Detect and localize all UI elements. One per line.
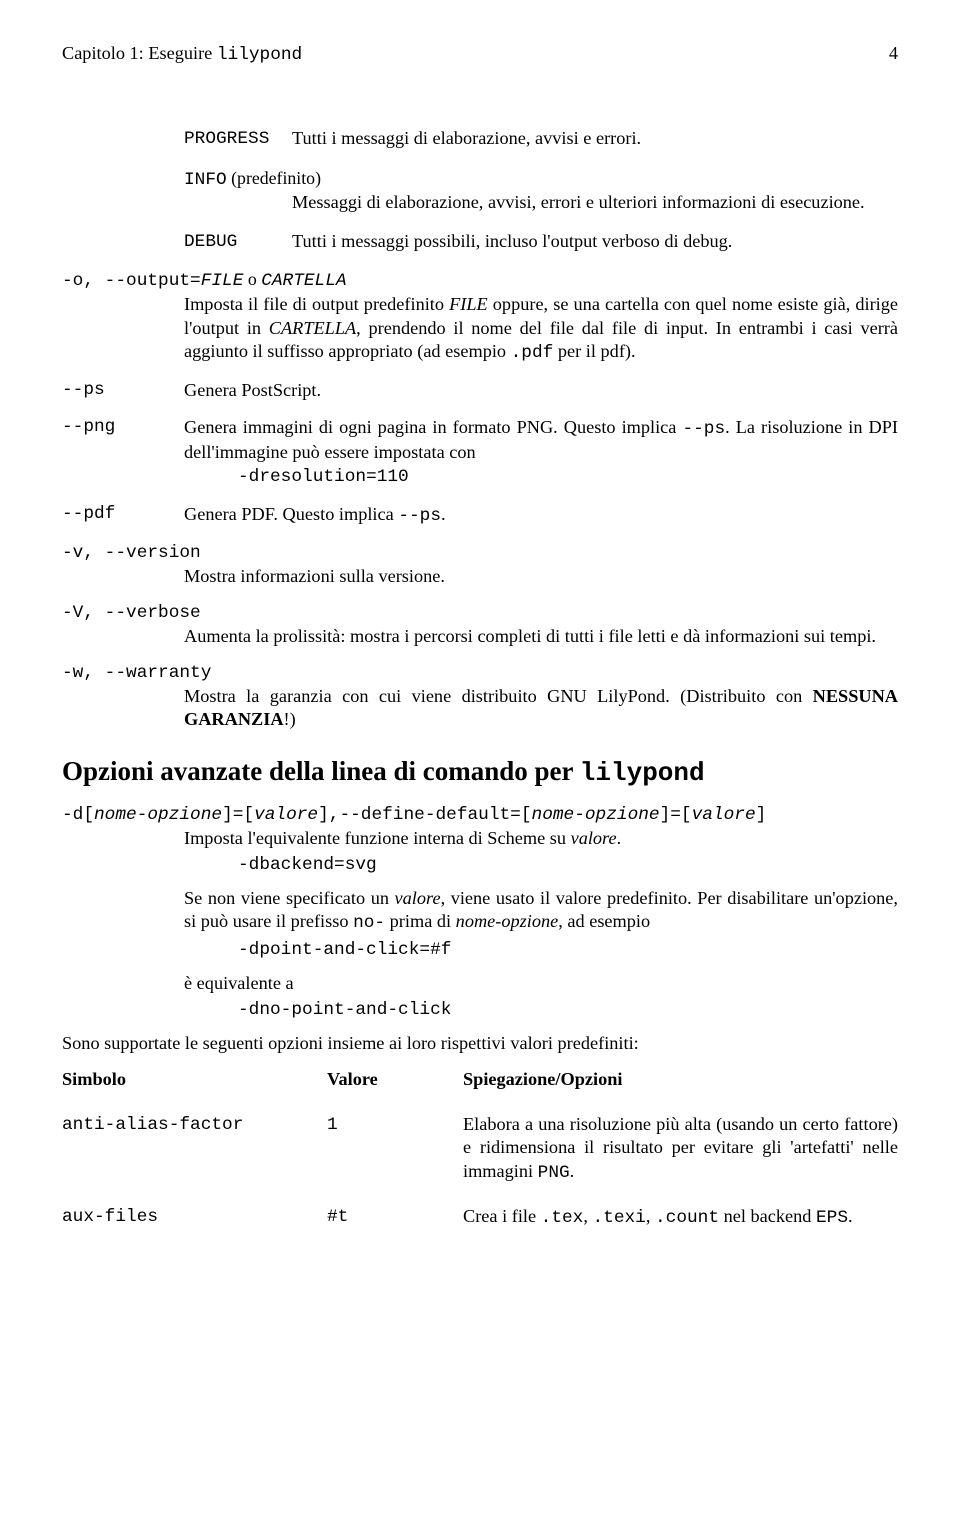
define-default-eq: è equivalente a bbox=[184, 972, 898, 995]
options-table-head: Simbolo Valore Spiegazione/Opzioni bbox=[62, 1068, 898, 1091]
opt-define-default: -d[nome-opzione]=[valore],--define-defau… bbox=[62, 804, 898, 1022]
opt-verbose-body: Aumenta la prolissità: mostra i percorsi… bbox=[184, 625, 898, 648]
section-heading: Opzioni avanzate della linea di comando … bbox=[62, 754, 898, 790]
loglevel-progress-text: Tutti i messaggi di elaborazione, avvisi… bbox=[292, 127, 898, 151]
define-default-para2: Se non viene specificato un valore, vien… bbox=[184, 887, 898, 935]
table-row: anti-alias-factor 1 Elabora a una risolu… bbox=[62, 1113, 898, 1185]
opt-output: -o, --output=FILE o CARTELLA Imposta il … bbox=[62, 268, 898, 364]
loglevel-debug: DEBUG Tutti i messaggi possibili, inclus… bbox=[184, 230, 898, 254]
opt-png-term: --png bbox=[62, 416, 115, 439]
options-intro: Sono supportate le seguenti opzioni insi… bbox=[62, 1032, 898, 1055]
opt-verbose: -V, --verbose Aumenta la prolissità: mos… bbox=[62, 602, 898, 648]
cell-val: #t bbox=[327, 1205, 463, 1229]
cell-sym: aux-files bbox=[62, 1205, 327, 1229]
opt-ps-term: --ps bbox=[62, 379, 105, 402]
cell-ex: Elabora a una risoluzione più alta (usan… bbox=[463, 1113, 898, 1185]
opt-version: -v, --version Mostra informazioni sulla … bbox=[62, 542, 898, 588]
loglevel-progress-label: PROGRESS bbox=[184, 127, 292, 151]
header-left: Capitolo 1: Eseguire lilypond bbox=[62, 42, 302, 67]
loglevel-debug-label: DEBUG bbox=[184, 230, 292, 254]
define-default-code3: -dno-point-and-click bbox=[238, 999, 898, 1022]
opt-version-body: Mostra informazioni sulla versione. bbox=[184, 565, 898, 588]
opt-pdf: --pdf Genera PDF. Questo implica --ps. bbox=[62, 503, 898, 528]
loglevel-block: PROGRESS Tutti i messaggi di elaborazion… bbox=[184, 127, 898, 254]
opt-output-term: -o, --output=FILE o CARTELLA bbox=[62, 268, 898, 293]
opt-verbose-term: -V, --verbose bbox=[62, 602, 898, 625]
cell-val: 1 bbox=[327, 1113, 463, 1137]
opt-ps: --ps Genera PostScript. bbox=[62, 379, 898, 402]
loglevel-info: INFO (predefinito) Messaggi di elaborazi… bbox=[184, 166, 898, 215]
opt-png-code: -dresolution=110 bbox=[238, 466, 898, 489]
opt-output-body: Imposta il file di output predefinito FI… bbox=[184, 293, 898, 365]
define-default-line1: Imposta l'equivalente funzione interna d… bbox=[184, 827, 898, 850]
opt-version-term: -v, --version bbox=[62, 542, 898, 565]
page-number: 4 bbox=[889, 42, 898, 67]
th-simbolo: Simbolo bbox=[62, 1068, 327, 1091]
loglevel-debug-text: Tutti i messaggi possibili, incluso l'ou… bbox=[292, 230, 898, 254]
opt-pdf-body: Genera PDF. Questo implica --ps. bbox=[184, 503, 898, 528]
opt-warranty-term: -w, --warranty bbox=[62, 662, 898, 685]
opt-png: --png Genera immagini di ogni pagina in … bbox=[62, 416, 898, 489]
chapter-command: lilypond bbox=[217, 45, 302, 65]
cell-ex: Crea i file .tex, .texi, .count nel back… bbox=[463, 1205, 898, 1230]
opt-ps-body: Genera PostScript. bbox=[184, 379, 898, 402]
table-row: aux-files #t Crea i file .tex, .texi, .c… bbox=[62, 1205, 898, 1230]
loglevel-info-text: Messaggi di elaborazione, avvisi, errori… bbox=[292, 191, 898, 214]
th-valore: Valore bbox=[327, 1068, 463, 1091]
options-table: Simbolo Valore Spiegazione/Opzioni anti-… bbox=[62, 1068, 898, 1230]
opt-png-body: Genera immagini di ogni pagina in format… bbox=[184, 416, 898, 464]
page: Capitolo 1: Eseguire lilypond 4 PROGRESS… bbox=[0, 0, 960, 1531]
opt-pdf-term: --pdf bbox=[62, 503, 115, 526]
page-header: Capitolo 1: Eseguire lilypond 4 bbox=[62, 42, 898, 67]
opt-warranty-body: Mostra la garanzia con cui viene distrib… bbox=[184, 685, 898, 732]
th-spiegazione: Spiegazione/Opzioni bbox=[463, 1068, 898, 1091]
loglevel-info-label: INFO (predefinito) bbox=[184, 166, 898, 192]
opt-warranty: -w, --warranty Mostra la garanzia con cu… bbox=[62, 662, 898, 732]
cell-sym: anti-alias-factor bbox=[62, 1113, 327, 1137]
loglevel-progress: PROGRESS Tutti i messaggi di elaborazion… bbox=[184, 127, 898, 151]
define-default-code1: -dbackend=svg bbox=[238, 854, 898, 877]
chapter-label: Capitolo 1: Eseguire bbox=[62, 43, 217, 63]
opt-define-default-term: -d[nome-opzione]=[valore],--define-defau… bbox=[62, 804, 898, 827]
define-default-code2: -dpoint-and-click=#f bbox=[238, 939, 898, 962]
